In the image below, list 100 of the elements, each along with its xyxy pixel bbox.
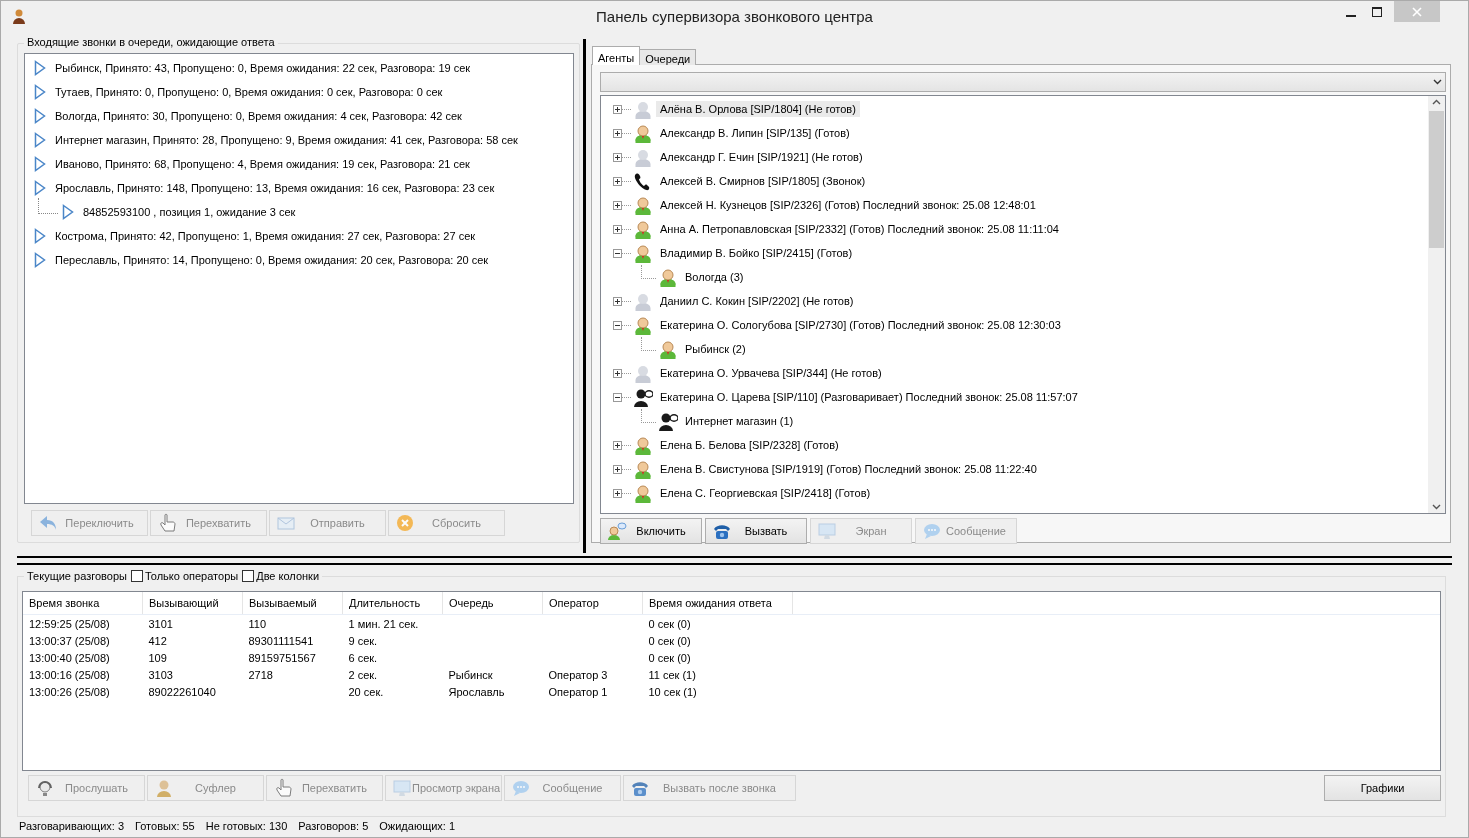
table-cell: 89159751567: [248, 651, 316, 664]
queue-item[interactable]: Кострома, Принято: 42, Пропущено: 1, Время ожидания: 27 сек, Разговора: 27 сек: [55, 230, 476, 242]
agent-item[interactable]: Елена С. Георгиевская [SIP/2418] (Готов): [656, 485, 875, 501]
waiting-call-item[interactable]: 84852593100 , позиция 1, ожидание 3 сек: [83, 206, 296, 218]
cancel-icon: [395, 513, 415, 533]
pointing-hand-icon: [157, 513, 177, 533]
scroll-up-icon: [1432, 99, 1441, 105]
table-cell: 2 сек.: [348, 668, 378, 681]
headset-icon: [35, 778, 55, 798]
group-title: Входящие звонки в очереди, ожидающие ответа: [24, 36, 278, 50]
status-text: Готовых: 55: [135, 820, 195, 832]
tab[interactable]: Агенты: [592, 46, 641, 65]
column-header[interactable]: Время ожидания ответа: [642, 592, 793, 615]
collapse-icon[interactable]: [613, 392, 622, 402]
agent-item[interactable]: Владимир В. Бойко [SIP/2415] (Готов): [656, 245, 857, 261]
collapse-icon[interactable]: [613, 320, 622, 330]
table-cell: Ярославль: [448, 685, 505, 698]
agent-item[interactable]: Екатерина О. Урвачева [SIP/344] (Не готов): [656, 365, 886, 381]
queue-item[interactable]: Переславль, Принято: 14, Пропущено: 0, Время ожидания: 20 сек, Разговора: 20 сек: [55, 254, 489, 266]
maximize-icon: [1372, 6, 1382, 17]
agent-item[interactable]: Александр Г. Ечин [SIP/1921] (Не готов): [656, 149, 867, 165]
table-cell: 2718: [248, 668, 273, 681]
expand-icon[interactable]: [613, 296, 622, 306]
checkbox-label[interactable]: Только операторы: [144, 570, 239, 582]
queue-item[interactable]: Иваново, Принято: 68, Пропущено: 4, Время ожидания: 19 сек, Разговора: 21 сек: [55, 158, 470, 170]
play-triangle-icon: [34, 108, 46, 124]
queue-item[interactable]: Рыбинск, Принято: 43, Пропущено: 0, Время ожидания: 22 сек, Разговора: 19 сек: [55, 62, 471, 74]
tree-connector-line: [622, 108, 631, 110]
table-cell: 20 сек.: [348, 685, 384, 698]
agent-item[interactable]: Елена В. Свистунова [SIP/1919] (Готов) Последний звонок: 25.08 11:22:40: [656, 461, 1041, 477]
app-person-icon: [11, 8, 27, 24]
tree-connector-line: [622, 180, 631, 182]
queue-item[interactable]: Вологда, Принято: 30, Пропущено: 0, Время ожидания: 4 сек, Разговора: 42 сек: [55, 110, 462, 122]
checkbox[interactable]: [130, 570, 143, 582]
expand-icon[interactable]: [613, 200, 622, 210]
expand-icon[interactable]: [613, 368, 622, 378]
queue-item[interactable]: Тутаев, Принято: 0, Пропущено: 0, Время ожидания: 0 сек, Разговора: 0 сек: [55, 86, 443, 98]
play-triangle-icon: [34, 132, 46, 148]
column-header[interactable]: Оператор: [542, 592, 643, 615]
column-header[interactable]: Очередь: [442, 592, 543, 615]
column-header[interactable]: Вызываемый: [242, 592, 343, 615]
agent-item[interactable]: Екатерина О. Сологубова [SIP/2730] (Готов) Последний звонок: 25.08 12:30:03: [656, 317, 1065, 333]
column-header[interactable]: Длительность: [342, 592, 443, 615]
checkbox-label[interactable]: Две колонки: [256, 570, 320, 582]
expand-icon[interactable]: [613, 440, 622, 450]
status-text: Разговоров: 5: [298, 820, 369, 832]
table-cell: 89301111541: [248, 634, 314, 647]
tree-connector-line: [622, 228, 631, 230]
table-cell: 10 сек (1): [648, 685, 697, 698]
status-text: Не готовых: 130: [205, 820, 288, 832]
column-header[interactable]: Время звонка: [23, 592, 143, 615]
play-triangle-icon: [34, 228, 46, 244]
play-triangle-icon: [34, 252, 46, 268]
expand-icon[interactable]: [613, 488, 622, 498]
agent-item[interactable]: Даниил С. Кокин [SIP/2202] (Не готов): [656, 293, 858, 309]
tab[interactable]: Очереди: [639, 49, 697, 65]
speech-bubble-icon: [511, 778, 531, 798]
expand-icon[interactable]: [613, 128, 622, 138]
person-icon: [154, 778, 174, 798]
scroll-down-icon: [1432, 504, 1441, 510]
agent-item[interactable]: Алексей Н. Кузнецов [SIP/2326] (Готов) Последний звонок: 25.08 12:48:01: [656, 197, 1040, 213]
toolbar-button[interactable]: Включить: [600, 518, 702, 544]
charts-button[interactable]: Графики: [1324, 775, 1441, 801]
play-triangle-icon: [34, 84, 46, 100]
agent-item[interactable]: Елена Б. Белова [SIP/2328] (Готов): [656, 437, 843, 453]
table-cell: 6 сек.: [348, 651, 378, 664]
expand-icon[interactable]: [613, 104, 622, 114]
agent-item[interactable]: Алексей В. Смирнов [SIP/1805] (Звонок): [656, 173, 870, 189]
checkbox[interactable]: [242, 570, 255, 582]
splitter[interactable]: [17, 556, 1452, 565]
agent-item[interactable]: Анна А. Петропавловская [SIP/2332] (Готов) Последний звонок: 25.08 11:11:04: [656, 221, 1063, 237]
agent-item[interactable]: Александр В. Липин [SIP/135] (Готов): [656, 125, 854, 141]
table-cell: 412: [148, 634, 167, 647]
play-triangle-icon: [34, 60, 46, 76]
table-cell: 0 сек (0): [648, 617, 691, 630]
agent-queue-item[interactable]: Интернет магазин (1): [681, 413, 798, 429]
column-header[interactable]: Вызывающий: [142, 592, 243, 615]
tree-connector-line: [622, 324, 631, 326]
queue-item[interactable]: Ярославль, Принято: 148, Пропущено: 13, Время ожидания: 16 сек, Разговора: 23 сек: [55, 182, 495, 194]
collapse-icon[interactable]: [613, 248, 622, 258]
table-cell: 1 мин. 21 сек.: [348, 617, 419, 630]
agent-item[interactable]: Екатерина О. Царева [SIP/110] (Разговаривает) Последний звонок: 25.08 11:57:07: [656, 389, 1082, 405]
table-cell: 0 сек (0): [648, 634, 691, 647]
monitor-icon: [817, 521, 837, 541]
person-with-bubble-icon: [607, 521, 627, 541]
tree-connector-line: [641, 337, 656, 351]
agent-queue-item[interactable]: Вологда (3): [681, 269, 748, 285]
expand-icon[interactable]: [613, 152, 622, 162]
expand-icon[interactable]: [613, 464, 622, 474]
expand-icon[interactable]: [613, 176, 622, 186]
table-cell: 9 сек.: [348, 634, 378, 647]
agent-queue-item[interactable]: Рыбинск (2): [681, 341, 750, 357]
toolbar-button[interactable]: Вызвать: [705, 518, 807, 544]
expand-icon[interactable]: [613, 224, 622, 234]
agent-item[interactable]: Алёна В. Орлова [SIP/1804] (Не готов): [656, 101, 860, 117]
chevron-down-icon: [1433, 79, 1442, 85]
table-cell: 13:00:16 (25/08): [29, 668, 110, 681]
scrollbar[interactable]: [1428, 96, 1445, 513]
table-cell: 109: [148, 651, 167, 664]
queue-item[interactable]: Интернет магазин, Принято: 28, Пропущено: 9, Время ожидания: 41 сек, Разговора: 58 сек: [55, 134, 518, 146]
